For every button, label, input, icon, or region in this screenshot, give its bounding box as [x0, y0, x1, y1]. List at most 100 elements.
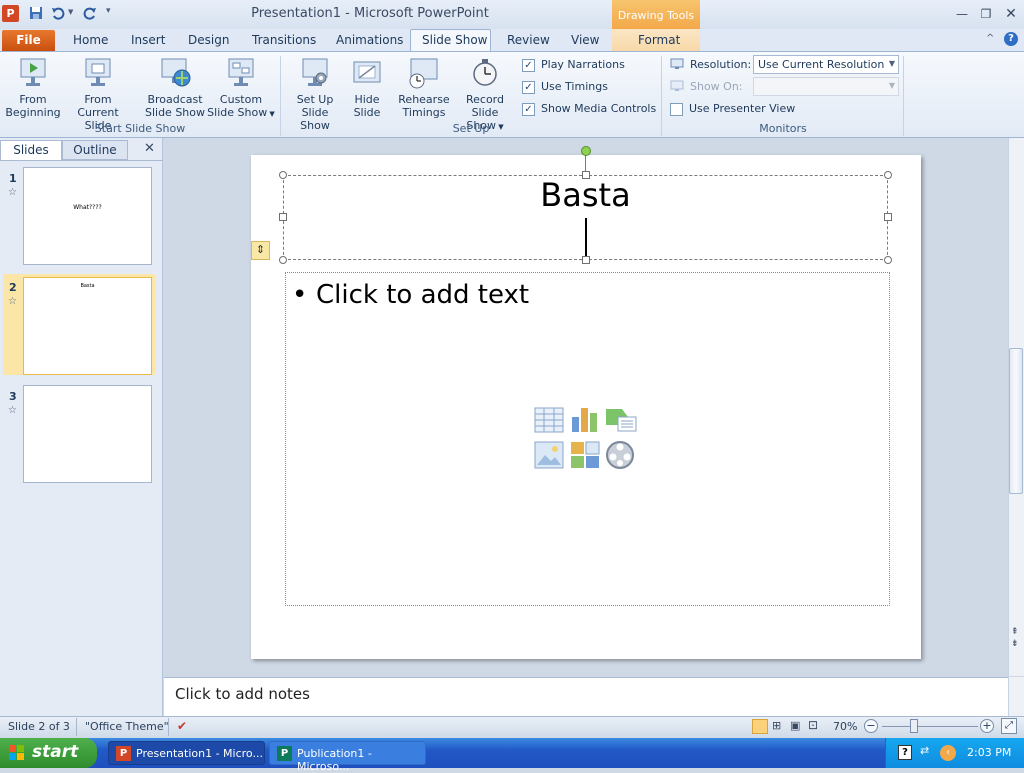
previous-slide-icon[interactable]: ⇞: [1011, 628, 1019, 637]
help-icon[interactable]: ?: [1004, 32, 1018, 46]
tab-outline[interactable]: Outline: [62, 140, 128, 160]
set-up-label-1: Set Up: [296, 93, 334, 106]
record-label-1: Record Slide: [465, 93, 504, 119]
from-beginning-button[interactable]: From Beginning: [4, 56, 62, 119]
close-icon[interactable]: ✕: [1002, 6, 1020, 22]
help-tray-icon[interactable]: ?: [898, 745, 912, 760]
slide-show-view-icon[interactable]: ⊡: [808, 718, 818, 732]
tab-review[interactable]: Review: [507, 33, 550, 47]
close-pane-icon[interactable]: ✕: [144, 141, 155, 156]
clock[interactable]: 2:03 PM: [967, 746, 1011, 759]
resize-handle[interactable]: [279, 171, 287, 179]
tab-design[interactable]: Design: [188, 33, 229, 47]
hide-slide-button[interactable]: Hide Slide: [346, 56, 388, 119]
zoom-slider-track[interactable]: [882, 726, 978, 727]
group-label-set-up: Set Up: [452, 122, 490, 135]
scrollbar-thumb[interactable]: [1009, 348, 1023, 494]
tab-slide-show[interactable]: Slide Show: [422, 33, 487, 47]
show-hidden-icons-icon[interactable]: ‹: [940, 745, 956, 761]
save-icon[interactable]: [28, 5, 44, 21]
undo-dropdown-icon[interactable]: ▼: [68, 8, 73, 16]
redo-icon[interactable]: [82, 5, 98, 21]
tab-format[interactable]: Format: [638, 33, 680, 47]
resize-handle[interactable]: [279, 256, 287, 264]
rehearse-timings-button[interactable]: Rehearse Timings: [396, 56, 452, 119]
tab-file[interactable]: File: [2, 30, 55, 51]
animation-star-icon: ☆: [8, 187, 17, 198]
network-icon[interactable]: ⇄: [920, 744, 929, 757]
slide-counter: Slide 2 of 3: [8, 720, 70, 733]
start-button[interactable]: start: [0, 738, 97, 768]
from-current-label-1: From: [84, 93, 112, 106]
drawing-tools-label: Drawing Tools: [612, 0, 700, 29]
notes-placeholder: Click to add notes: [175, 685, 310, 703]
slide-number-2: 2: [9, 281, 17, 294]
resize-handle[interactable]: [582, 171, 590, 179]
taskbar-item-publication[interactable]: P Publication1 - Microso...: [269, 741, 426, 773]
show-on-dropdown: ▼: [753, 77, 899, 96]
zoom-in-icon[interactable]: +: [980, 719, 994, 733]
undo-icon[interactable]: [50, 5, 66, 21]
spelling-check-icon[interactable]: ✔: [177, 719, 187, 733]
show-media-controls-label: Show Media Controls: [541, 102, 657, 115]
slide-thumbnail-2[interactable]: Basta: [23, 277, 152, 375]
tab-insert[interactable]: Insert: [131, 33, 165, 47]
next-slide-icon[interactable]: ⇟: [1011, 640, 1019, 649]
slide-thumbnail-3[interactable]: [23, 385, 152, 483]
resize-handle[interactable]: [582, 256, 590, 264]
resolution-dropdown[interactable]: Use Current Resolution ▼: [753, 55, 899, 74]
content-placeholder-text: Click to add text: [316, 280, 530, 310]
resolution-label: Resolution:: [690, 58, 752, 71]
reading-view-icon[interactable]: ▣: [790, 719, 800, 732]
tab-animations[interactable]: Animations: [336, 33, 403, 47]
rotation-handle[interactable]: [581, 146, 591, 156]
show-media-controls-checkbox[interactable]: ✓ Show Media Controls: [522, 102, 656, 116]
slide-sorter-icon[interactable]: ⊞: [772, 719, 781, 732]
slide-thumbnail-1[interactable]: What????: [23, 167, 152, 265]
tab-home[interactable]: Home: [73, 33, 108, 47]
customize-qat-icon[interactable]: ▾: [106, 6, 111, 16]
use-timings-checkbox[interactable]: ✓ Use Timings: [522, 80, 608, 94]
broadcast-icon: [161, 58, 191, 87]
normal-view-icon[interactable]: [752, 719, 768, 734]
insert-table-icon[interactable]: [534, 407, 564, 433]
insert-smartart-icon[interactable]: [604, 407, 638, 433]
restore-icon[interactable]: ❐: [977, 6, 995, 22]
use-presenter-view-checkbox[interactable]: Use Presenter View: [670, 102, 795, 116]
zoom-slider-thumb[interactable]: [910, 719, 918, 733]
theme-name[interactable]: "Office Theme": [85, 720, 169, 733]
tab-slides[interactable]: Slides: [0, 140, 62, 160]
tab-transitions[interactable]: Transitions: [252, 33, 316, 47]
minimize-ribbon-icon[interactable]: ^: [986, 33, 994, 44]
chevron-down-icon: ▼: [888, 81, 895, 90]
content-placeholder[interactable]: [285, 272, 890, 606]
tab-view[interactable]: View: [571, 33, 599, 47]
zoom-out-icon[interactable]: −: [864, 719, 878, 733]
from-current-slide-button[interactable]: From Current Slide: [64, 56, 132, 132]
group-separator: [903, 56, 904, 136]
minimize-icon[interactable]: —: [953, 6, 971, 22]
fit-to-window-icon[interactable]: ⤢: [1001, 718, 1017, 734]
resize-handle[interactable]: [884, 213, 892, 221]
resize-handle[interactable]: [279, 213, 287, 221]
insert-media-icon[interactable]: [604, 440, 636, 470]
resize-handle[interactable]: [884, 171, 892, 179]
zoom-level[interactable]: 70%: [833, 720, 857, 733]
from-beginning-label-2: Beginning: [5, 106, 61, 119]
insert-chart-icon[interactable]: [570, 405, 602, 433]
set-up-slide-show-button[interactable]: Set Up Slide Show: [285, 56, 345, 132]
autofit-options-icon[interactable]: ⇕: [251, 241, 270, 260]
insert-picture-icon[interactable]: [534, 441, 564, 469]
insert-clip-art-icon[interactable]: [570, 441, 600, 469]
taskbar-item-presentation[interactable]: P Presentation1 - Micro...: [108, 741, 265, 765]
resize-handle[interactable]: [884, 256, 892, 264]
play-narrations-label: Play Narrations: [541, 58, 625, 71]
taskbar-item-label: Publication1 - Microso...: [297, 747, 372, 773]
powerpoint-app-icon[interactable]: P: [2, 5, 19, 22]
custom-label-1: Custom: [219, 93, 263, 106]
custom-slide-show-button[interactable]: Custom Slide Show ▼: [206, 56, 276, 121]
broadcast-slide-show-button[interactable]: Broadcast Slide Show: [142, 56, 208, 119]
play-narrations-checkbox[interactable]: ✓ Play Narrations: [522, 58, 625, 72]
slideshow-from-beginning-icon: [20, 58, 46, 86]
notes-scrollbar[interactable]: [1008, 677, 1024, 716]
